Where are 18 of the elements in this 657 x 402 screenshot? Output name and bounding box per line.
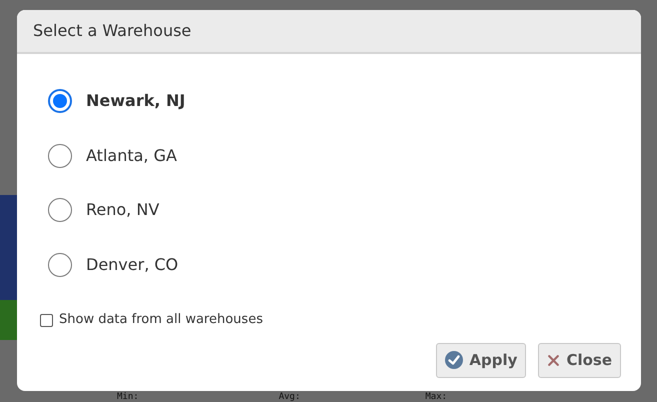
close-button[interactable]: Close xyxy=(538,342,621,378)
dialog-title: Select a Warehouse xyxy=(33,20,192,42)
option-label[interactable]: Atlanta, GA xyxy=(86,144,177,168)
radio-button[interactable] xyxy=(48,144,72,168)
radio-button[interactable] xyxy=(48,89,72,114)
checkbox-label[interactable]: Show data from all warehouses xyxy=(59,310,263,330)
footer-label: Max: xyxy=(425,392,448,402)
close-icon xyxy=(547,354,560,367)
radio-button[interactable] xyxy=(48,198,72,222)
footer-label: Avg: xyxy=(278,392,300,402)
apply-button[interactable]: Apply xyxy=(436,342,526,378)
checkbox[interactable] xyxy=(40,314,53,327)
check-circle-icon xyxy=(445,351,464,370)
option-label[interactable]: Denver, CO xyxy=(86,253,178,278)
option-label[interactable]: Reno, NV xyxy=(86,198,160,222)
footer-label: Min: xyxy=(117,392,139,402)
radio-button[interactable] xyxy=(48,253,72,278)
option-label[interactable]: Newark, NJ xyxy=(86,89,186,114)
